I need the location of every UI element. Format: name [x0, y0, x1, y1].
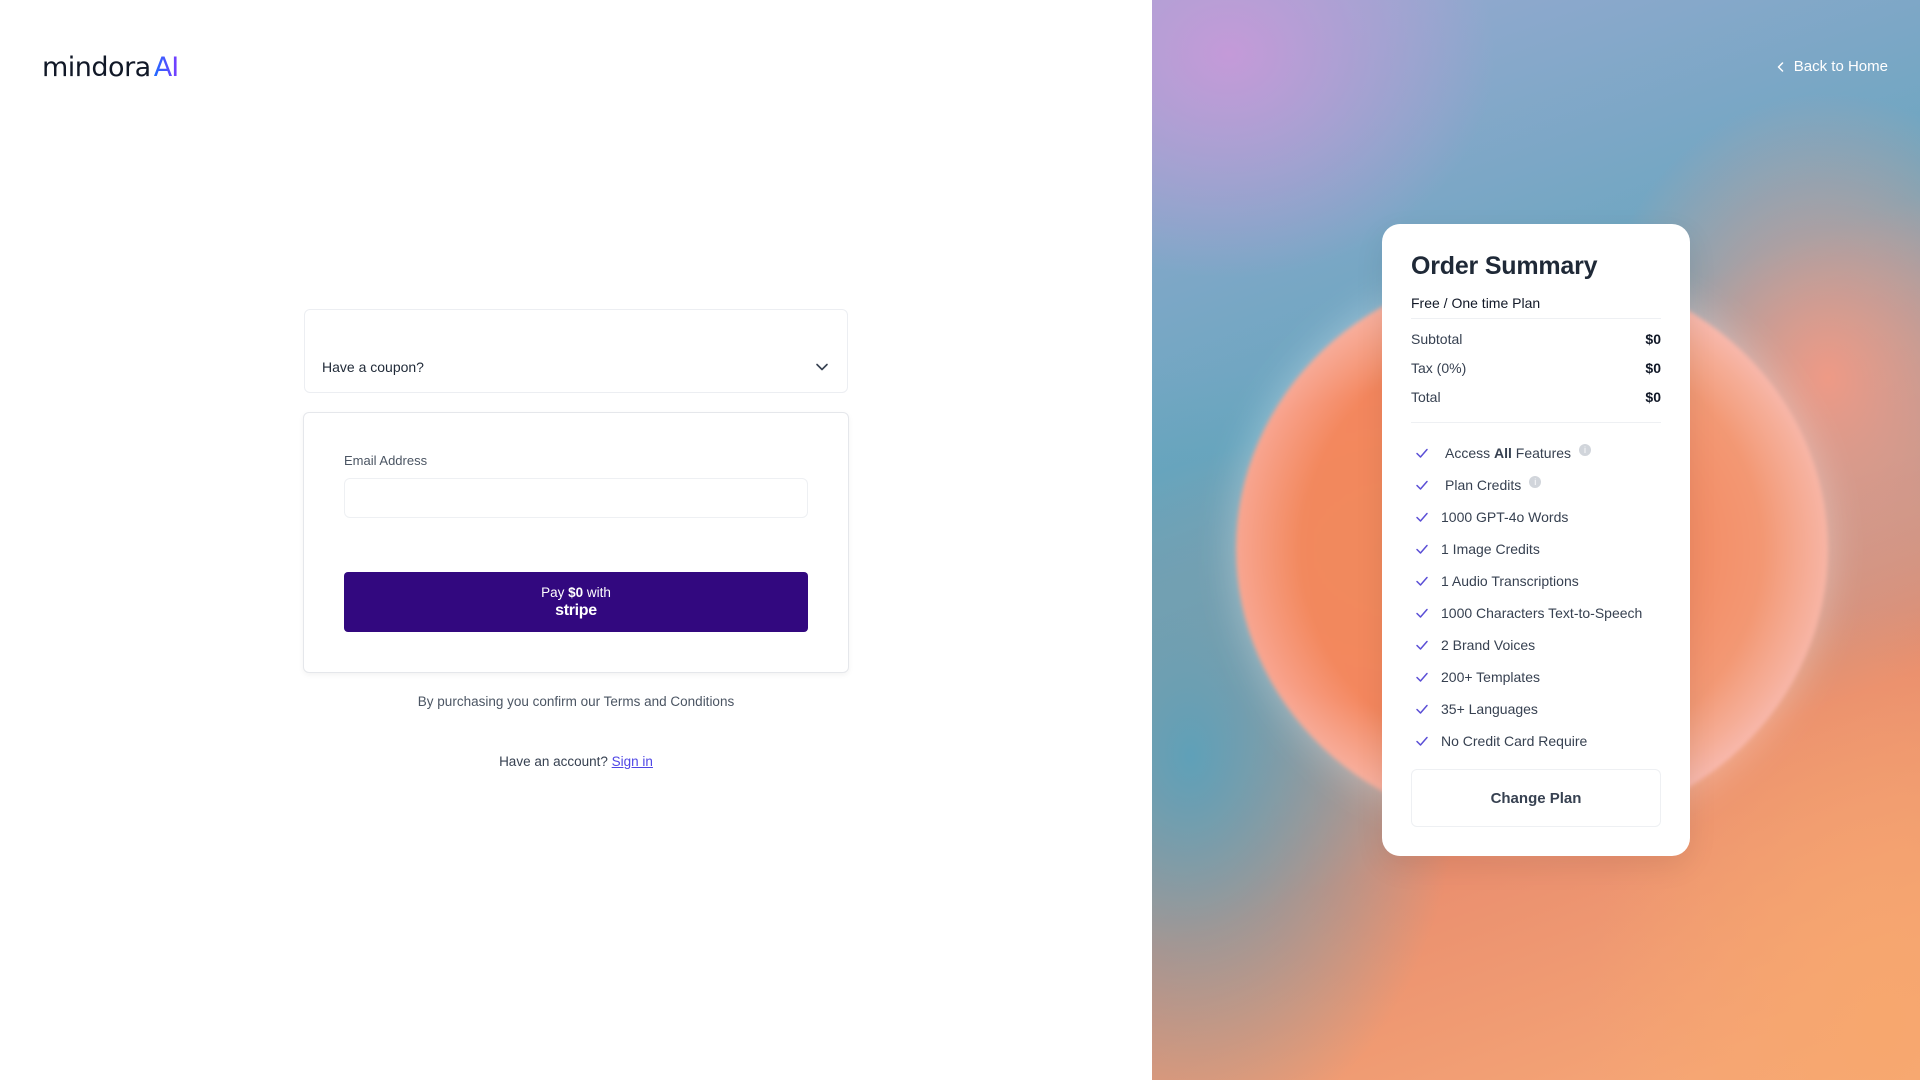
- tax-label: Tax (0%): [1411, 360, 1467, 376]
- feature-text: Access All Features: [1445, 445, 1572, 461]
- subtotal-row: Subtotal $0: [1411, 325, 1661, 354]
- terms-notice: By purchasing you confirm our Terms and …: [417, 694, 735, 709]
- list-item: Plan Credits i: [1411, 469, 1661, 501]
- check-icon: [1416, 576, 1428, 586]
- check-icon: [1416, 480, 1428, 490]
- chevron-down-icon: [816, 363, 828, 371]
- back-to-home-label: Back to Home: [1793, 58, 1888, 75]
- feature-text: 1 Audio Transcriptions: [1441, 573, 1579, 589]
- coupon-label: Have a coupon?: [322, 359, 424, 375]
- subtotal-label: Subtotal: [1411, 331, 1463, 347]
- change-plan-button[interactable]: Change Plan: [1411, 769, 1661, 827]
- back-to-home-link[interactable]: Back to Home: [1776, 58, 1888, 75]
- list-item: 200+ Templates: [1411, 661, 1661, 693]
- info-icon[interactable]: i: [1579, 444, 1592, 456]
- feature-text: 35+ Languages: [1441, 701, 1538, 717]
- sign-in-link[interactable]: Sign in: [612, 754, 653, 769]
- list-item: 1000 GPT-4o Words: [1411, 501, 1661, 533]
- feature-text: 1 Image Credits: [1441, 541, 1540, 557]
- list-item: Access All Features i: [1411, 437, 1661, 469]
- stripe-logo: stripe: [555, 601, 597, 619]
- subtotal-value: $0: [1645, 331, 1661, 347]
- logo[interactable]: mindora AI: [42, 52, 179, 83]
- pay-with-stripe-button[interactable]: Pay $0 with stripe: [344, 572, 808, 632]
- feature-text: 2 Brand Voices: [1441, 637, 1536, 653]
- payment-form: Email Address Pay $0 with stripe: [303, 412, 849, 673]
- list-item: 1 Audio Transcriptions: [1411, 565, 1661, 597]
- check-icon: [1416, 672, 1428, 682]
- total-label: Total: [1411, 389, 1441, 405]
- account-prompt-text: Have an account?: [499, 754, 608, 769]
- check-icon: [1416, 704, 1428, 714]
- coupon-toggle[interactable]: Have a coupon?: [304, 309, 848, 393]
- pay-amount: $0: [568, 584, 584, 600]
- list-item: 35+ Languages: [1411, 693, 1661, 725]
- pay-button-text: Pay $0 with: [541, 584, 611, 600]
- feature-text: 1000 GPT-4o Words: [1441, 509, 1569, 525]
- check-icon: [1416, 448, 1428, 458]
- check-icon: [1416, 544, 1428, 554]
- list-item: No Credit Card Require: [1411, 725, 1661, 749]
- check-icon: [1416, 512, 1428, 522]
- list-item: 1000 Characters Text-to-Speech: [1411, 597, 1661, 629]
- plan-name: Free / One time Plan: [1411, 295, 1661, 319]
- logo-wordmark: mindora: [42, 52, 151, 83]
- feature-text: 1000 Characters Text-to-Speech: [1441, 605, 1643, 621]
- feature-text: 200+ Templates: [1441, 669, 1540, 685]
- account-prompt: Have an account? Sign in: [304, 754, 848, 769]
- list-item: 1 Image Credits: [1411, 533, 1661, 565]
- email-label: Email Address: [344, 453, 428, 468]
- feature-list: Access All Features i Plan Credits i 100…: [1411, 437, 1661, 749]
- order-panel: Back to Home Order Summary Free / One ti…: [1152, 0, 1920, 1080]
- chevron-left-icon: [1777, 61, 1784, 72]
- tax-value: $0: [1645, 360, 1661, 376]
- list-item: 2 Brand Voices: [1411, 629, 1661, 661]
- order-summary-card: Order Summary Free / One time Plan Subto…: [1382, 224, 1690, 856]
- order-summary-title: Order Summary: [1411, 252, 1598, 280]
- tax-row: Tax (0%) $0: [1411, 354, 1661, 383]
- checkout-panel: mindora AI Have a coupon? Email Address …: [0, 0, 1152, 1080]
- check-icon: [1416, 608, 1428, 618]
- check-icon: [1416, 736, 1428, 746]
- total-row: Total $0: [1411, 383, 1661, 412]
- feature-text: No Credit Card Require: [1441, 733, 1588, 749]
- email-field[interactable]: [344, 478, 808, 518]
- feature-text: Plan Credits: [1445, 477, 1522, 493]
- check-icon: [1416, 640, 1428, 650]
- total-value: $0: [1645, 389, 1661, 405]
- logo-ai-mark: AI: [153, 52, 179, 83]
- info-icon[interactable]: i: [1529, 476, 1542, 488]
- price-breakdown: Subtotal $0 Tax (0%) $0 Total $0: [1411, 319, 1661, 423]
